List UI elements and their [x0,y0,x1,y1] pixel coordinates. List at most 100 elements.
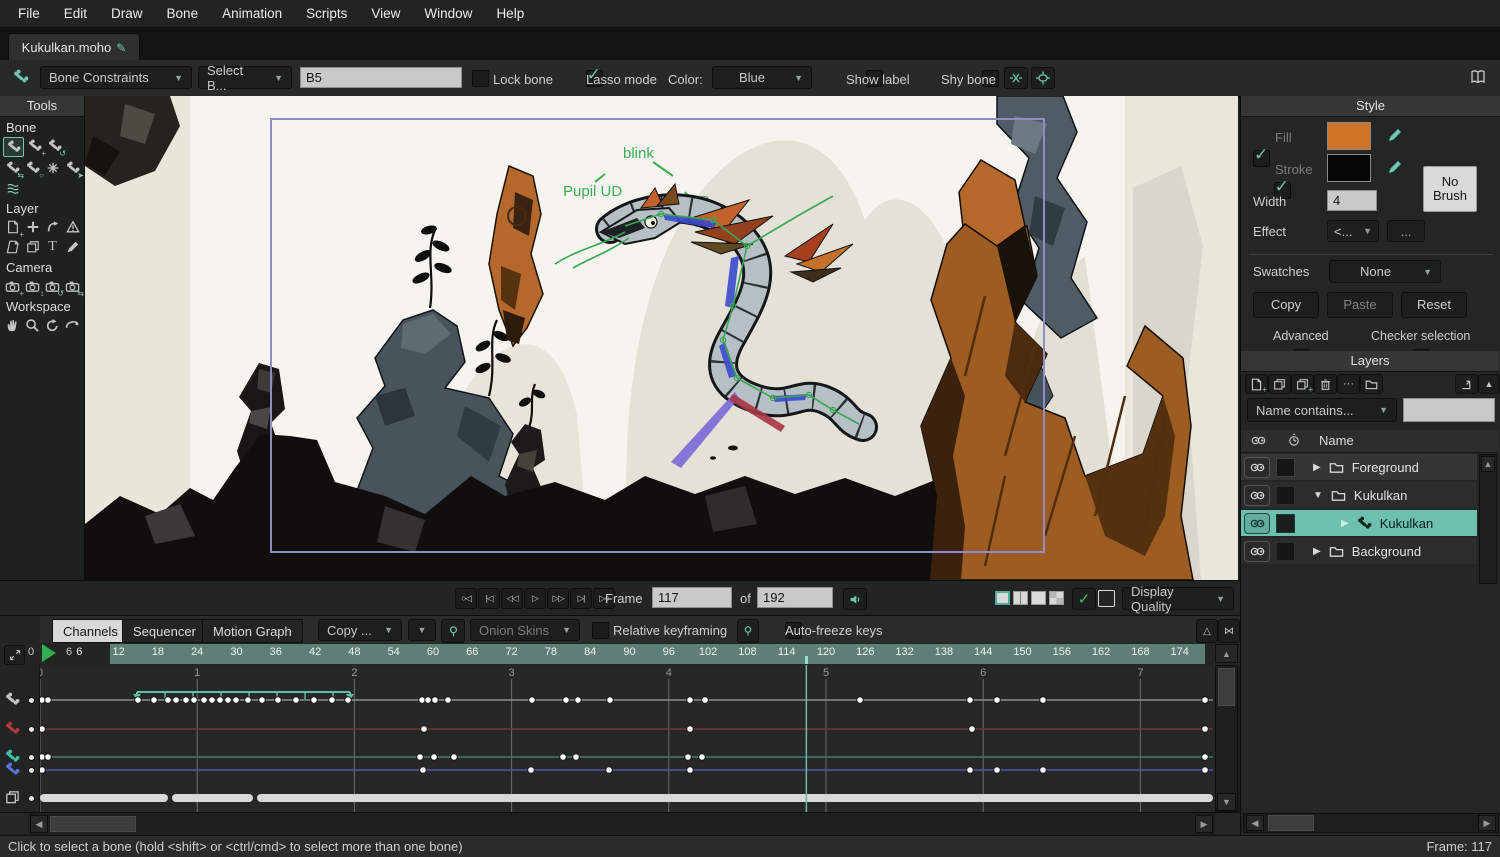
layer-row-background[interactable]: ▶ Background [1241,538,1477,564]
timeline-vscrollbar[interactable]: ▼ [1215,665,1238,812]
expand-arrow-icon[interactable]: ▶ [1313,462,1321,473]
document-tab[interactable]: Kukulkan.moho ✎ [8,33,140,61]
select-bone-tool-icon[interactable] [3,137,24,157]
bone-name-input[interactable] [300,67,462,88]
delete-layer-button[interactable] [1314,374,1337,394]
ruler-frame-label[interactable]: 12 [105,646,133,658]
tab-channels[interactable]: Channels [52,619,129,643]
effect-dropdown[interactable]: <...▼ [1327,220,1379,242]
jump-start-button[interactable]: |◁ [478,588,500,609]
keyframe-marker-icon[interactable] [737,619,759,643]
expand-arrow-icon[interactable]: ▶ [1341,518,1349,529]
pan-workspace-tool-icon[interactable] [3,316,22,334]
manipulate-bones-tool-icon[interactable]: ○ [23,159,42,177]
layer-filter-input[interactable] [1403,398,1495,422]
select-bone-dropdown[interactable]: Select B...▼ [198,66,292,89]
frame-number-input[interactable] [652,587,732,608]
stroke-width-input[interactable] [1327,190,1377,211]
fill-checkbox[interactable] [1253,150,1270,167]
menu-item-animation[interactable]: Animation [210,6,294,21]
split-view-4grid-button[interactable] [1049,591,1066,608]
bone-motion-channel-icon[interactable] [5,692,20,707]
pan-tilt-camera-tool-icon[interactable]: ⇆ [63,277,82,295]
single-view-button[interactable] [995,591,1012,608]
menu-item-view[interactable]: View [359,6,412,21]
layer-row-kukulkan-group[interactable]: ▼ Kukulkan [1241,482,1477,508]
timeline-scroll-up-button[interactable]: ▲ [1215,644,1238,663]
bone-strength-tool-icon[interactable] [43,159,62,177]
new-layer-tool-icon[interactable]: + [3,218,22,236]
bind-bone-tool-icon[interactable]: ➤ [63,159,82,177]
freehand-tool-icon[interactable] [3,238,22,256]
orbit-workspace-tool-icon[interactable] [63,316,82,334]
menu-item-draw[interactable]: Draw [99,6,155,21]
layer-color-swatch[interactable] [1276,514,1295,533]
ruler-frame-label[interactable]: 144 [969,646,997,658]
collapse-arrow-icon[interactable]: ▼ [1313,490,1323,501]
ruler-frame-label[interactable]: 48 [340,646,368,658]
reset-style-button[interactable]: Reset [1401,292,1467,318]
stereo-frame-icon[interactable] [1098,590,1115,607]
detach-panel-button[interactable] [1455,374,1478,394]
lock-bone-checkbox[interactable] [472,70,489,87]
ruler-frame-label[interactable]: 36 [262,646,290,658]
menu-item-file[interactable]: File [6,6,52,21]
play-cursor-icon[interactable] [42,644,56,662]
bone-dynamics-tool-icon[interactable] [3,179,22,197]
new-layer-button[interactable]: + [1245,374,1268,394]
swatches-dropdown[interactable]: None▼ [1329,260,1441,283]
display-quality-dropdown[interactable]: Display Quality▼ [1122,587,1234,610]
ruler-frame-label[interactable]: 84 [576,646,604,658]
layer-switch-channel-icon[interactable] [5,790,20,805]
ruler-frame-label[interactable]: 138 [930,646,958,658]
add-point-tool-icon[interactable] [23,218,42,236]
step-back-button[interactable]: ◁◁ [501,588,523,609]
rotate-workspace-tool-icon[interactable] [43,316,62,334]
ruler-frame-label[interactable]: 96 [655,646,683,658]
layer-row-foreground[interactable]: ▶ Foreground [1241,454,1477,480]
transform-bone-tool-icon[interactable]: ⇆ [3,159,22,177]
bone-rotation-channel-icon[interactable] [5,762,20,777]
timeline-hscrollbar[interactable]: ◀ ▶ [0,812,1240,834]
zoom-camera-tool-icon[interactable]: ↕ [23,277,42,295]
ruler-frame-label[interactable]: 174 [1166,646,1194,658]
copy-keyframes-dropdown[interactable]: Copy ...▼ [318,619,402,641]
fill-color-swatch[interactable] [1327,122,1371,150]
onion-skins-dropdown[interactable]: Onion Skins▼ [470,619,580,641]
duplicate-layer-button[interactable] [1268,374,1291,394]
ruler-frame-label[interactable]: 150 [1009,646,1037,658]
canvas-viewport[interactable]: Pupil LR [85,96,1238,580]
zoom-workspace-tool-icon[interactable] [23,316,42,334]
ruler-frame-label[interactable]: 162 [1087,646,1115,658]
jump-start-loop-button[interactable]: ○◁ [455,588,477,609]
timeline-ruler[interactable]: 0 6 612182430364248546066727884909610210… [0,643,1240,665]
layer-visibility-eyes-icon[interactable] [1244,457,1270,478]
layer-options-button[interactable]: ··· [1337,374,1360,394]
total-frames-input[interactable] [757,587,833,608]
relative-keyframing-checkbox[interactable] [592,622,609,639]
merge-bone-button[interactable] [1031,67,1055,89]
menu-item-scripts[interactable]: Scripts [294,6,359,21]
select-shape-tool-icon[interactable] [23,238,42,256]
library-book-icon[interactable] [1470,69,1486,85]
roll-camera-tool-icon[interactable]: ↺ [43,277,62,295]
expand-arrow-icon[interactable]: ▶ [1313,546,1321,557]
menu-item-window[interactable]: Window [412,6,484,21]
right-panel-scrollbar[interactable]: ◀ ▶ [1243,813,1499,833]
bone-constraints-dropdown[interactable]: Bone Constraints▼ [40,66,192,89]
menu-item-edit[interactable]: Edit [52,6,99,21]
ruler-frame-label[interactable]: 114 [773,646,801,658]
magnet-tool-icon[interactable] [63,218,82,236]
bone-dynamics-channel-icon[interactable] [5,721,20,736]
ruler-frame-label[interactable]: 78 [537,646,565,658]
split-bone-button[interactable] [1004,67,1028,89]
eyedropper-tool-icon[interactable] [63,238,82,256]
ruler-frame-label[interactable]: 42 [301,646,329,658]
collapse-panel-button[interactable]: ▲ [1478,374,1500,394]
effect-more-button[interactable]: ... [1387,220,1425,242]
paste-style-button[interactable]: Paste [1327,292,1393,318]
ruler-frame-label[interactable]: 66 [458,646,486,658]
ruler-frame-label[interactable]: 120 [812,646,840,658]
enable-drawing-check-icon[interactable]: ✓ [1072,588,1096,610]
ruler-frame-label[interactable]: 102 [694,646,722,658]
